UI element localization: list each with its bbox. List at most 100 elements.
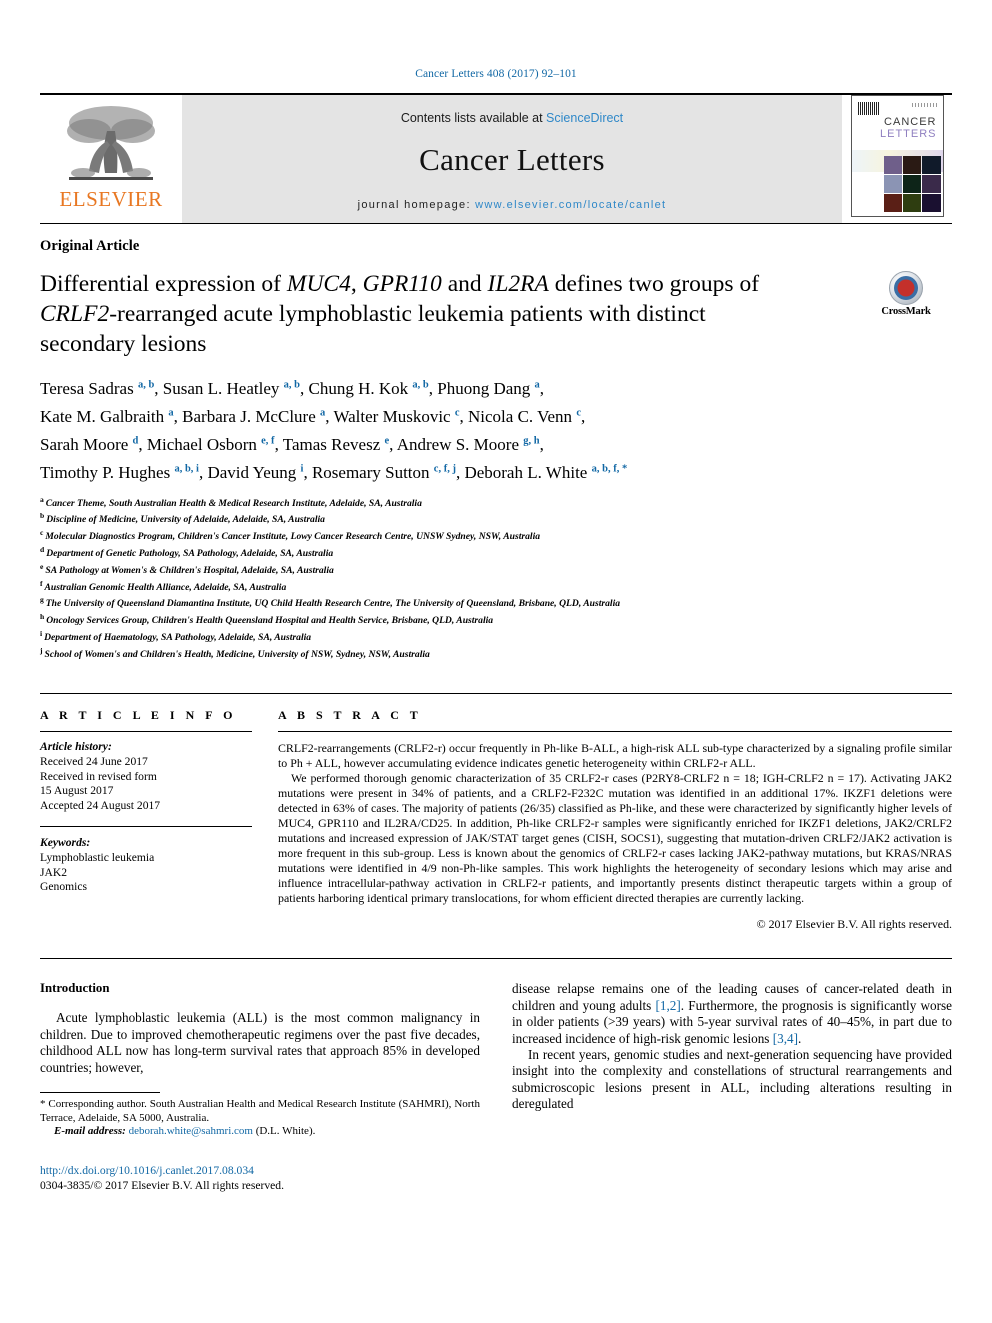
cover-tile (883, 194, 902, 212)
crossmark-icon[interactable] (889, 271, 923, 305)
corresponding-email-link[interactable]: deborah.white@sahmri.com (129, 1125, 253, 1137)
author-name: Chung H. Kok (308, 378, 409, 398)
affiliation-mark: c (40, 528, 44, 538)
affiliation-text: Australian Genomic Health Alliance, Adel… (44, 581, 287, 593)
affiliation-item: g The University of Queensland Diamantina… (40, 594, 952, 611)
author-item: Walter Muskovic c, (333, 407, 468, 426)
affiliation-mark: h (40, 612, 45, 622)
keywords-separator (40, 826, 252, 836)
author-affil-marks: c, f, j (433, 463, 456, 475)
affiliation-mark: b (40, 511, 45, 521)
author-sep: , (274, 434, 283, 454)
corresponding-author-footnote: * Corresponding author. South Australian… (40, 1098, 480, 1139)
author-sep: , (138, 434, 147, 454)
banner-bottom-rule (40, 223, 952, 224)
author-sep: , (303, 463, 312, 483)
footnote-block: * Corresponding author. South Australian… (40, 1092, 480, 1139)
cover-title-line1: CANCER (884, 116, 937, 128)
keyword-item: Genomics (40, 880, 88, 894)
email-label: E-mail address: (54, 1125, 126, 1138)
journal-cover-thumbnail: CANCER LETTERS (842, 95, 952, 223)
title-gene-muc4: MUC4 (286, 271, 351, 297)
author-sep: , (539, 434, 544, 454)
cover-topright-marks (911, 103, 938, 107)
cover-image: CANCER LETTERS (850, 95, 944, 217)
article-history-line: Received 24 June 2017 (40, 755, 148, 769)
author-item: Nicola C. Venn c, (468, 407, 585, 426)
affiliation-text: Discipline of Medicine, University of Ad… (46, 514, 325, 526)
cover-tile (922, 194, 941, 212)
affiliation-text: SA Pathology at Women's & Children's Hos… (45, 564, 334, 576)
author-name: Deborah L. White (464, 463, 588, 483)
title-seg-5: -rearranged acute lymphoblastic leukemia… (40, 301, 706, 357)
abstract-paragraph: CRLF2-rearrangements (CRLF2-r) occur fre… (278, 741, 952, 771)
intro-left-text: Acute lymphoblastic leukemia (ALL) is th… (40, 1010, 480, 1076)
body-column-left: Introduction Acute lymphoblastic leukemi… (40, 981, 480, 1192)
abstract-heading: A B S T R A C T (278, 708, 422, 723)
affiliation-list: a Cancer Theme, South Australian Health &… (40, 494, 952, 662)
author-item: Andrew S. Moore g, h, (397, 435, 544, 454)
affiliation-mark: f (40, 578, 43, 588)
homepage-prefix: journal homepage: (357, 199, 476, 211)
article-history-label: Article history: (40, 740, 112, 754)
cover-barcode-icon (857, 102, 880, 115)
affiliation-item: f Australian Genomic Health Alliance, Ade… (40, 578, 952, 595)
abstract-column: A B S T R A C T CRLF2-rearrangements (CR… (278, 708, 952, 932)
author-item: Chung H. Kok a, b, (308, 379, 437, 398)
author-item: Rosemary Sutton c, f, j, (312, 463, 465, 482)
author-sep: , (539, 378, 545, 398)
author-item: Barbara J. McClure a, (182, 407, 333, 426)
title-gene-il2ra: IL2RA (487, 271, 549, 297)
journal-homepage-url[interactable]: www.elsevier.com/locate/canlet (475, 199, 666, 211)
affiliation-item: a Cancer Theme, South Australian Health &… (40, 494, 952, 511)
abstract-body: CRLF2-rearrangements (CRLF2-r) occur fre… (278, 741, 952, 905)
publisher-logo: ELSEVIER (40, 95, 182, 223)
sciencedirect-link[interactable]: ScienceDirect (546, 111, 623, 125)
affiliation-item: h Oncology Services Group, Children's Hea… (40, 611, 952, 628)
email-suffix: (D.L. White). (252, 1125, 316, 1138)
author-item: Phuong Dang a, (437, 379, 544, 398)
keywords-label: Keywords: (40, 836, 91, 850)
citation-ref[interactable]: [1,2] (655, 998, 680, 1013)
author-sep: , (154, 378, 163, 398)
affiliation-item: d Department of Genetic Pathology, SA Pat… (40, 544, 952, 561)
abstract-paragraph: We performed thorough genomic characteri… (278, 771, 952, 905)
author-name: Timothy P. Hughes (40, 463, 171, 483)
title-seg-1: Differential expression of (40, 271, 287, 297)
author-name: Kate M. Galbraith (40, 406, 165, 426)
title-row: Differential expression of MUC4, GPR110 … (40, 269, 952, 359)
author-sep: , (389, 434, 397, 454)
doi-link[interactable]: http://dx.doi.org/10.1016/j.canlet.2017.… (40, 1163, 480, 1178)
affiliation-mark: a (40, 494, 44, 504)
author-affil-marks: a, b (283, 379, 300, 390)
affiliation-text: Cancer Theme, South Australian Health & … (45, 497, 422, 509)
crossmark-badge[interactable]: CrossMark (860, 271, 952, 317)
affiliation-item: b Discipline of Medicine, University of A… (40, 510, 952, 527)
cover-tile (902, 175, 922, 193)
body-paragraph: In recent years, genomic studies and nex… (512, 1047, 952, 1112)
cover-tile (883, 156, 902, 174)
author-item: Timothy P. Hughes a, b, i, (40, 463, 207, 482)
cover-title-text: CANCER LETTERS (880, 116, 937, 140)
author-name: Barbara J. McClure (182, 406, 316, 426)
citation-ref[interactable]: [3,4] (773, 1031, 798, 1046)
author-item: David Yeung i, (207, 463, 311, 482)
author-name: Nicola C. Venn (468, 406, 573, 426)
journal-banner-center: Contents lists available at ScienceDirec… (182, 95, 842, 223)
page-title: Differential expression of MUC4, GPR110 … (40, 269, 800, 359)
intro-right-text: disease relapse remains one of the leadi… (512, 981, 952, 1112)
running-head: Cancer Letters 408 (2017) 92–101 (415, 68, 577, 80)
author-name: Tamas Revesz (282, 434, 381, 454)
cover-tile (902, 156, 922, 174)
article-history-line: 15 August 2017 (40, 784, 114, 798)
keywords-block: Keywords: Lymphoblastic leukemia JAK2 Ge… (40, 836, 252, 894)
author-name: Andrew S. Moore (396, 434, 520, 454)
footnote-rule (40, 1092, 160, 1094)
author-name: David Yeung (207, 463, 297, 483)
author-item: Susan L. Heatley a, b, (163, 379, 309, 398)
author-sep: , (428, 378, 438, 398)
author-affil-marks: a, b, i (174, 463, 199, 475)
footnote-text: Corresponding author. South Australian H… (40, 1098, 480, 1124)
author-item: Tamas Revesz e, (283, 435, 397, 454)
journal-title: Cancer Letters (419, 142, 605, 177)
